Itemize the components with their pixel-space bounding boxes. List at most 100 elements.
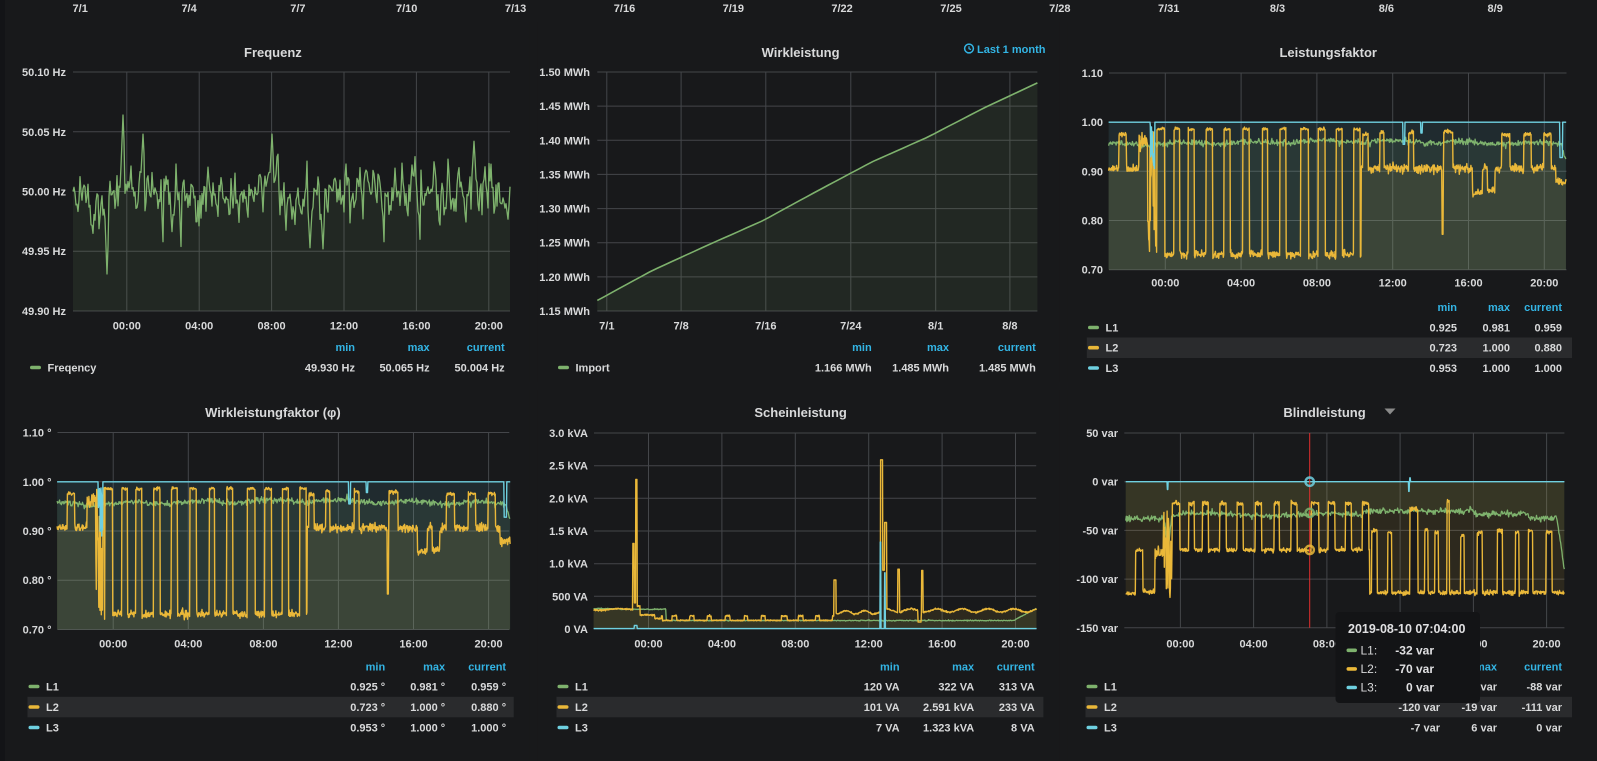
svg-text:L1: L1 bbox=[1104, 682, 1117, 694]
svg-text:1.323 kVA: 1.323 kVA bbox=[923, 723, 974, 735]
svg-text:1.15 MWh: 1.15 MWh bbox=[539, 306, 590, 318]
svg-text:1.166 MWh: 1.166 MWh bbox=[815, 363, 872, 375]
svg-text:12:00: 12:00 bbox=[324, 639, 352, 651]
svg-text:50.00 Hz: 50.00 Hz bbox=[22, 187, 67, 199]
svg-text:1.35 MWh: 1.35 MWh bbox=[539, 169, 590, 181]
svg-text:L1:: L1: bbox=[1361, 644, 1378, 658]
svg-text:0 var: 0 var bbox=[1536, 723, 1562, 735]
svg-text:20:00: 20:00 bbox=[1533, 639, 1561, 651]
svg-text:313 VA: 313 VA bbox=[999, 682, 1035, 694]
svg-text:16:00: 16:00 bbox=[399, 639, 427, 651]
svg-text:12:00: 12:00 bbox=[1379, 278, 1407, 290]
svg-text:L2:: L2: bbox=[1361, 662, 1378, 676]
svg-text:8/1: 8/1 bbox=[928, 321, 943, 333]
svg-text:04:00: 04:00 bbox=[1227, 278, 1255, 290]
svg-text:min: min bbox=[852, 342, 872, 354]
svg-text:1.000 °: 1.000 ° bbox=[410, 702, 445, 714]
svg-text:min: min bbox=[880, 662, 900, 674]
svg-text:1.000: 1.000 bbox=[1482, 343, 1510, 355]
svg-text:49.930 Hz: 49.930 Hz bbox=[305, 363, 356, 375]
svg-text:max: max bbox=[952, 662, 975, 674]
svg-text:0.70 °: 0.70 ° bbox=[23, 625, 52, 637]
svg-text:0.80 °: 0.80 ° bbox=[23, 575, 52, 587]
svg-text:0.80: 0.80 bbox=[1082, 216, 1103, 228]
svg-text:L1: L1 bbox=[46, 682, 59, 694]
svg-text:L3: L3 bbox=[1106, 363, 1119, 375]
svg-text:-50 var: -50 var bbox=[1083, 525, 1119, 537]
svg-text:0 var: 0 var bbox=[1092, 477, 1118, 489]
svg-text:7/28: 7/28 bbox=[1049, 3, 1070, 15]
svg-text:min: min bbox=[335, 342, 355, 354]
svg-text:7/10: 7/10 bbox=[396, 3, 417, 15]
svg-text:04:00: 04:00 bbox=[708, 639, 736, 651]
svg-text:current: current bbox=[1524, 662, 1562, 674]
svg-text:04:00: 04:00 bbox=[1240, 639, 1268, 651]
svg-text:-150 var: -150 var bbox=[1076, 623, 1118, 635]
svg-text:current: current bbox=[1524, 302, 1562, 314]
svg-text:1.45 MWh: 1.45 MWh bbox=[539, 101, 590, 113]
svg-text:1.40 MWh: 1.40 MWh bbox=[539, 135, 590, 147]
svg-text:1.10: 1.10 bbox=[1082, 68, 1103, 80]
svg-text:08:00: 08:00 bbox=[1303, 278, 1331, 290]
svg-text:7/19: 7/19 bbox=[723, 3, 744, 15]
svg-text:7/16: 7/16 bbox=[614, 3, 635, 15]
svg-text:max: max bbox=[423, 662, 446, 674]
svg-text:0.925 °: 0.925 ° bbox=[350, 682, 385, 694]
svg-text:322 VA: 322 VA bbox=[938, 682, 974, 694]
svg-text:12:00: 12:00 bbox=[855, 639, 883, 651]
svg-text:1.10 °: 1.10 ° bbox=[23, 428, 52, 440]
svg-text:0.953: 0.953 bbox=[1429, 363, 1457, 375]
svg-text:7/8: 7/8 bbox=[673, 321, 688, 333]
svg-text:-32 var: -32 var bbox=[1395, 644, 1434, 658]
svg-text:00:00: 00:00 bbox=[1166, 639, 1194, 651]
svg-text:1.000 °: 1.000 ° bbox=[410, 723, 445, 735]
svg-text:max: max bbox=[1488, 302, 1511, 314]
svg-text:1.5 kVA: 1.5 kVA bbox=[549, 526, 588, 538]
svg-text:6 var: 6 var bbox=[1471, 723, 1497, 735]
svg-text:16:00: 16:00 bbox=[928, 639, 956, 651]
svg-text:L1: L1 bbox=[1106, 323, 1119, 335]
svg-text:1.0 kVA: 1.0 kVA bbox=[549, 559, 588, 571]
svg-text:7/7: 7/7 bbox=[290, 3, 305, 15]
svg-text:00:00: 00:00 bbox=[99, 639, 127, 651]
svg-text:max: max bbox=[408, 342, 431, 354]
svg-text:Last 1 month: Last 1 month bbox=[977, 44, 1046, 56]
svg-text:L1: L1 bbox=[575, 682, 588, 694]
svg-text:0.959: 0.959 bbox=[1534, 323, 1562, 335]
svg-text:0.90 °: 0.90 ° bbox=[23, 526, 52, 538]
svg-text:1.00: 1.00 bbox=[1082, 117, 1103, 129]
svg-text:12:00: 12:00 bbox=[330, 321, 358, 333]
svg-text:Wirkleistungfaktor (φ): Wirkleistungfaktor (φ) bbox=[205, 405, 341, 420]
svg-text:7/13: 7/13 bbox=[505, 3, 526, 15]
svg-text:current: current bbox=[998, 342, 1036, 354]
svg-text:Blindleistung: Blindleistung bbox=[1283, 405, 1365, 420]
svg-text:0.723 °: 0.723 ° bbox=[350, 702, 385, 714]
svg-text:0 VA: 0 VA bbox=[564, 624, 588, 636]
svg-text:8 VA: 8 VA bbox=[1011, 723, 1035, 735]
svg-text:2.5 kVA: 2.5 kVA bbox=[549, 461, 588, 473]
svg-text:00:00: 00:00 bbox=[1151, 278, 1179, 290]
svg-text:Scheinleistung: Scheinleistung bbox=[754, 405, 847, 420]
svg-text:L3:: L3: bbox=[1361, 681, 1378, 695]
svg-text:L2: L2 bbox=[575, 702, 588, 714]
svg-text:8/3: 8/3 bbox=[1270, 3, 1285, 15]
svg-text:2.591 kVA: 2.591 kVA bbox=[923, 702, 974, 714]
svg-text:50.05 Hz: 50.05 Hz bbox=[22, 127, 67, 139]
svg-text:-7 var: -7 var bbox=[1411, 723, 1441, 735]
svg-text:-19 var: -19 var bbox=[1462, 702, 1498, 714]
svg-text:49.95 Hz: 49.95 Hz bbox=[22, 246, 67, 258]
svg-text:04:00: 04:00 bbox=[174, 639, 202, 651]
svg-text:Import: Import bbox=[576, 363, 611, 375]
svg-text:0 var: 0 var bbox=[1406, 681, 1434, 695]
svg-text:7/25: 7/25 bbox=[940, 3, 961, 15]
svg-text:1.00 °: 1.00 ° bbox=[23, 477, 52, 489]
svg-text:1.50 MWh: 1.50 MWh bbox=[539, 67, 590, 79]
svg-text:00:00: 00:00 bbox=[113, 321, 141, 333]
svg-text:7/16: 7/16 bbox=[755, 321, 776, 333]
svg-text:8/6: 8/6 bbox=[1379, 3, 1394, 15]
svg-text:min: min bbox=[366, 662, 386, 674]
svg-text:7/1: 7/1 bbox=[599, 321, 614, 333]
svg-text:7/31: 7/31 bbox=[1158, 3, 1179, 15]
svg-text:0.953 °: 0.953 ° bbox=[350, 723, 385, 735]
svg-text:L3: L3 bbox=[1104, 723, 1117, 735]
